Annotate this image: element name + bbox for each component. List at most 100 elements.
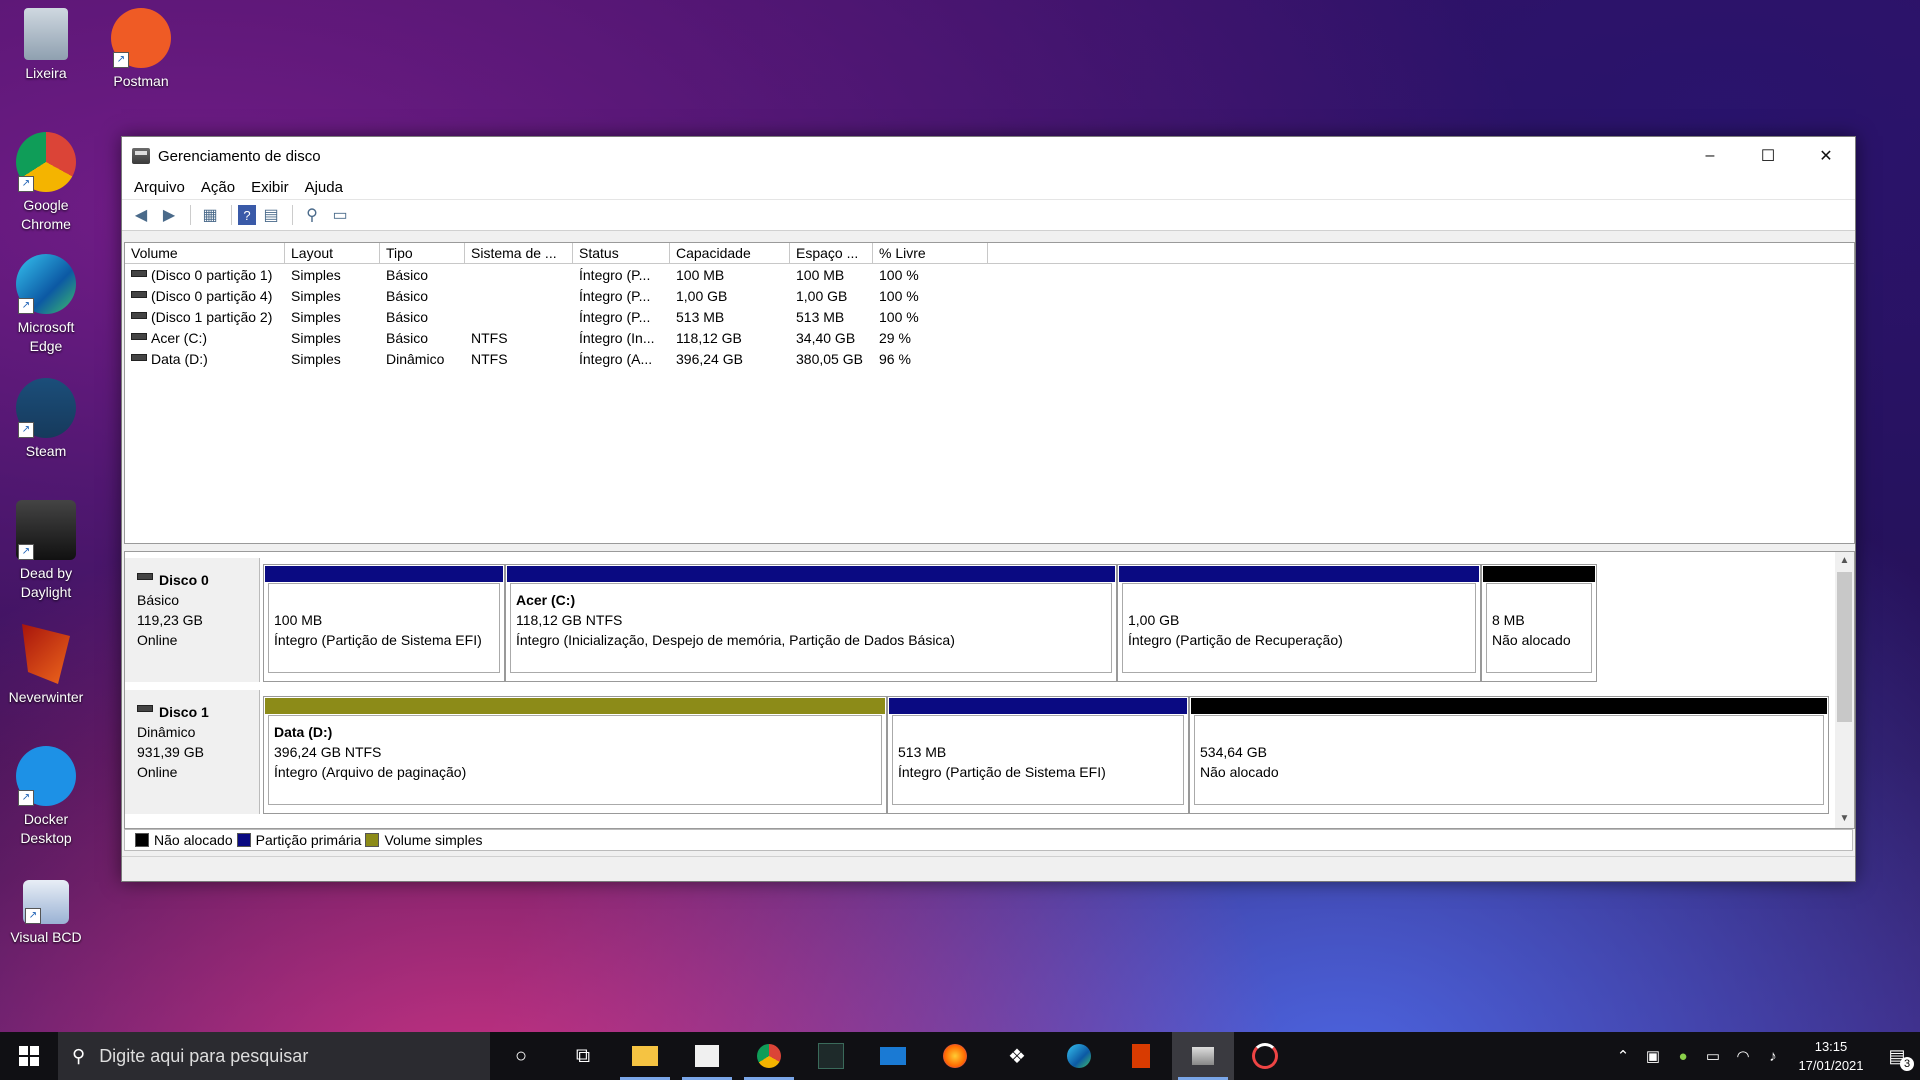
chrome-icon[interactable]: [738, 1032, 800, 1080]
column-tipo[interactable]: Tipo: [380, 243, 465, 263]
desktop-icon-lixeira[interactable]: Lixeira: [0, 8, 92, 83]
maximize-button[interactable]: ☐: [1739, 137, 1797, 175]
column-espaco[interactable]: Espaço ...: [790, 243, 873, 263]
battery-icon[interactable]: ▭: [1698, 1047, 1728, 1065]
clock[interactable]: 13:15 17/01/2021: [1788, 1037, 1874, 1075]
disk-label[interactable]: Disco 0 Básico 119,23 GB Online: [125, 558, 260, 682]
menu-ajuda[interactable]: Ajuda: [297, 179, 351, 196]
minimize-button[interactable]: –: [1681, 137, 1739, 175]
cortana-icon[interactable]: ○: [490, 1032, 552, 1080]
desktop-icon-label: Dead by Daylight: [19, 565, 73, 600]
volume-icon: [131, 312, 147, 320]
predator-icon[interactable]: [800, 1032, 862, 1080]
dropbox-icon[interactable]: ❖: [986, 1032, 1048, 1080]
status-bar: [122, 856, 1855, 881]
menu-acao[interactable]: Ação: [193, 179, 243, 196]
table-row[interactable]: (Disco 0 partição 4) Simples Básico Íntegro…: [125, 285, 1854, 306]
vertical-scrollbar[interactable]: ▲ ▼: [1835, 552, 1854, 828]
cell-status: Íntegro (P...: [579, 308, 651, 325]
column-volume[interactable]: Volume: [125, 243, 285, 263]
table-row[interactable]: Acer (C:) Simples Básico NTFS Íntegro (In...…: [125, 327, 1854, 348]
cell-livre: 100 %: [879, 266, 919, 283]
partition[interactable]: 513 MB Íntegro (Partição de Sistema EFI): [887, 696, 1189, 814]
properties-icon[interactable]: ▤: [258, 203, 284, 227]
search-box[interactable]: ⚲ Digite aqui para pesquisar: [58, 1032, 490, 1080]
desktop-icon-label: Google Chrome: [21, 197, 71, 232]
desktop-icon-dead-by-daylight[interactable]: ↗ Dead by Daylight: [0, 500, 92, 602]
disk-type: Básico: [137, 592, 180, 608]
edge-icon[interactable]: [1048, 1032, 1110, 1080]
scroll-thumb[interactable]: [1837, 572, 1852, 722]
cell-volume: (Disco 0 partição 4): [125, 288, 285, 304]
close-button[interactable]: ✕: [1797, 137, 1855, 175]
disk-connect-icon[interactable]: ⚲: [299, 203, 325, 227]
volume-icon: [131, 333, 147, 341]
partition-name: Data (D:): [274, 724, 333, 740]
partition[interactable]: 8 MB Não alocado: [1481, 564, 1597, 682]
disk-view-icon[interactable]: ▭: [327, 203, 353, 227]
partition[interactable]: Data (D:) 396,24 GB NTFS Íntegro (Arquivo …: [263, 696, 887, 814]
partition[interactable]: Acer (C:) 118,12 GB NTFS Íntegro (Iniciali…: [505, 564, 1117, 682]
partition[interactable]: 1,00 GB Íntegro (Partição de Recuperação): [1117, 564, 1481, 682]
scroll-up-icon[interactable]: ▲: [1835, 552, 1854, 570]
start-button[interactable]: [0, 1032, 58, 1080]
file-explorer-icon[interactable]: [614, 1032, 676, 1080]
volume-name: Data (D:): [151, 350, 208, 367]
help-icon[interactable]: ?: [238, 205, 256, 225]
cell-espaco: 380,05 GB: [796, 350, 863, 367]
table-row[interactable]: (Disco 1 partição 2) Simples Básico Íntegro…: [125, 306, 1854, 327]
column-livre[interactable]: % Livre: [873, 243, 988, 263]
notification-center-icon[interactable]: ▤ 3: [1874, 1046, 1920, 1071]
desktop-icon-postman[interactable]: ↗ Postman: [95, 8, 187, 91]
table-row[interactable]: Data (D:) Simples Dinâmico NTFS Íntegro (A..…: [125, 348, 1854, 369]
console-tree-icon[interactable]: ▦: [197, 203, 223, 227]
cell-layout: Simples: [291, 329, 341, 346]
partition[interactable]: 534,64 GB Não alocado: [1189, 696, 1829, 814]
title-bar[interactable]: Gerenciamento de disco – ☐ ✕: [122, 137, 1855, 175]
volume-icon: [131, 291, 147, 299]
volume-list[interactable]: Volume Layout Tipo Sistema de ... Status…: [124, 242, 1855, 544]
table-row[interactable]: (Disco 0 partição 1) Simples Básico Íntegro…: [125, 264, 1854, 285]
desktop-icon-visual-bcd[interactable]: ↗ Visual BCD: [0, 880, 92, 947]
disk-icon: [137, 704, 153, 712]
column-status[interactable]: Status: [573, 243, 670, 263]
partition-bar: [1191, 698, 1827, 714]
toolbar-separator: [190, 205, 191, 225]
sync-icon[interactable]: ●: [1668, 1048, 1698, 1065]
forward-arrow-icon[interactable]: ▶: [156, 203, 182, 227]
mail-icon[interactable]: [862, 1032, 924, 1080]
disk-management-taskbar-icon[interactable]: [1172, 1032, 1234, 1080]
chevron-up-icon[interactable]: ⌃: [1608, 1047, 1638, 1065]
desktop-icon-chrome[interactable]: ↗ Google Chrome: [0, 132, 92, 234]
list-header: Volume Layout Tipo Sistema de ... Status…: [125, 243, 1854, 264]
partition-bar: [265, 566, 503, 582]
menu-exibir[interactable]: Exibir: [243, 179, 297, 196]
wifi-icon[interactable]: ◠: [1728, 1047, 1758, 1065]
scroll-down-icon[interactable]: ▼: [1835, 810, 1854, 828]
desktop-icon-neverwinter[interactable]: Neverwinter: [0, 624, 92, 707]
partition-status: Íntegro (Partição de Sistema EFI): [274, 632, 482, 648]
visual-bcd-icon: ↗: [23, 880, 69, 924]
desktop-icon-steam[interactable]: ↗ Steam: [0, 378, 92, 461]
disk-management-window: Gerenciamento de disco – ☐ ✕ Arquivo Açã…: [121, 136, 1856, 882]
task-view-icon[interactable]: ⧉: [552, 1032, 614, 1080]
desktop-icon-edge[interactable]: ↗ Microsoft Edge: [0, 254, 92, 356]
store-icon[interactable]: [676, 1032, 738, 1080]
column-layout[interactable]: Layout: [285, 243, 380, 263]
desktop-icon-docker[interactable]: ↗ Docker Desktop: [0, 746, 92, 848]
meet-now-icon[interactable]: ▣: [1638, 1047, 1668, 1065]
column-sistema[interactable]: Sistema de ...: [465, 243, 573, 263]
volume-icon[interactable]: ♪: [1758, 1048, 1788, 1065]
desktop-icon-label: Steam: [25, 443, 67, 459]
partition[interactable]: 100 MB Íntegro (Partição de Sistema EFI): [263, 564, 505, 682]
disk-label[interactable]: Disco 1 Dinâmico 931,39 GB Online: [125, 690, 260, 814]
partition-status: Não alocado: [1492, 632, 1571, 648]
column-capacidade[interactable]: Capacidade: [670, 243, 790, 263]
office-icon[interactable]: [1110, 1032, 1172, 1080]
loading-icon[interactable]: [1234, 1032, 1296, 1080]
firefox-icon[interactable]: [924, 1032, 986, 1080]
disk-state: Online: [137, 764, 178, 780]
menu-arquivo[interactable]: Arquivo: [126, 179, 193, 196]
back-arrow-icon[interactable]: ◀: [128, 203, 154, 227]
volume-name: (Disco 0 partição 4): [151, 287, 273, 304]
